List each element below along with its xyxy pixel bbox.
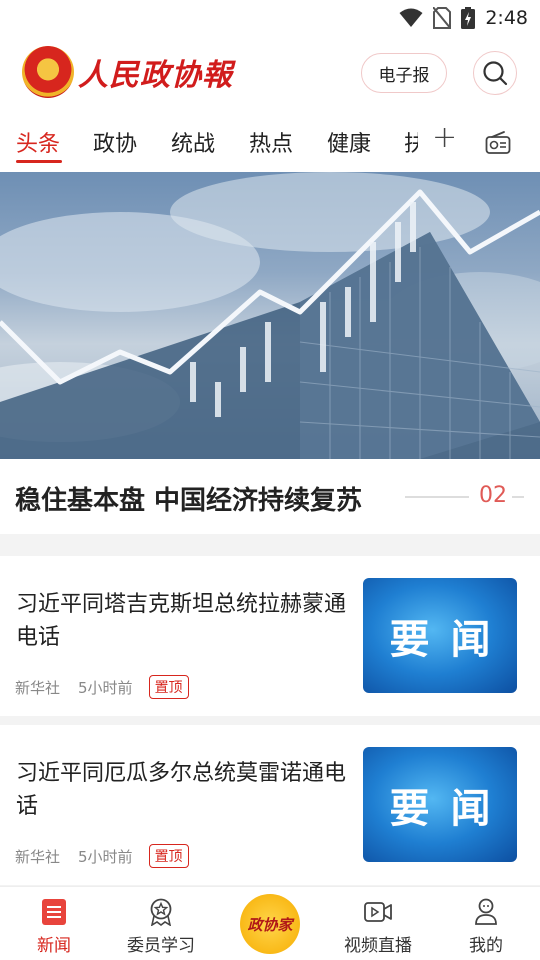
pinned-badge: 置顶 xyxy=(148,675,189,699)
tab-headlines[interactable]: 头条 xyxy=(16,126,60,158)
thumb-char: 要 xyxy=(389,615,430,663)
epaper-button[interactable]: 电子报 xyxy=(361,53,447,93)
news-icon xyxy=(42,899,66,925)
tab-cppcc[interactable]: 政协 xyxy=(93,126,137,158)
logo-text: 人民政协報 xyxy=(78,58,233,93)
news-title: 习近平同厄瓜多尔总统莫雷诺通电话 xyxy=(16,761,347,819)
status-time: 2:48 xyxy=(485,7,528,29)
news-meta: 新华社 5小时前 置顶 xyxy=(15,844,189,868)
thumb-char: 闻 xyxy=(450,615,491,663)
nav-label: 委员学习 xyxy=(127,936,195,956)
news-thumbnail: 要 闻 xyxy=(363,747,517,862)
thumb-char: 闻 xyxy=(450,784,491,832)
app-logo[interactable]: 人民政协報 xyxy=(22,46,233,98)
tab-united-front[interactable]: 统战 xyxy=(171,126,215,158)
add-channel-icon[interactable]: + xyxy=(432,120,457,155)
news-time: 5小时前 xyxy=(78,678,133,697)
pinned-badge: 置顶 xyxy=(148,844,189,868)
app-header: 人民政协報 电子报 xyxy=(0,36,540,112)
nav-label: 新闻 xyxy=(37,936,71,956)
nav-label: 视频直播 xyxy=(344,936,412,956)
banner-page-indicator: 02 xyxy=(479,483,507,508)
tab-partial[interactable]: 扶 xyxy=(404,126,418,158)
banner-image xyxy=(0,172,540,459)
news-source: 新华社 xyxy=(15,847,61,866)
news-item[interactable]: 习近平同厄瓜多尔总统莫雷诺通电话 新华社 5小时前 置顶 要 闻 xyxy=(0,725,540,885)
news-source: 新华社 xyxy=(15,678,61,697)
news-title: 习近平同塔吉克斯坦总统拉赫蒙通电话 xyxy=(16,592,347,650)
bottom-navigation: 新闻 委员学习 政协家 视频直播 我的 xyxy=(0,886,540,960)
thumb-char: 要 xyxy=(389,784,430,832)
search-button[interactable] xyxy=(473,51,517,95)
video-icon xyxy=(364,902,392,922)
active-tab-indicator xyxy=(16,160,62,163)
medal-icon xyxy=(150,898,172,926)
pager-line xyxy=(405,496,469,498)
pager-line xyxy=(512,496,524,498)
radio-icon[interactable] xyxy=(485,131,511,155)
news-time: 5小时前 xyxy=(78,847,133,866)
nav-label: 我的 xyxy=(469,936,503,956)
search-icon xyxy=(483,61,508,86)
nav-news[interactable]: 新闻 xyxy=(9,897,99,956)
profile-icon xyxy=(475,898,497,925)
tab-hotspot[interactable]: 热点 xyxy=(249,126,293,158)
news-thumbnail: 要 闻 xyxy=(363,578,517,693)
tab-health[interactable]: 健康 xyxy=(327,126,371,158)
banner-caption: 稳住基本盘 中国经济持续复苏 xyxy=(15,486,363,516)
nav-member-study[interactable]: 委员学习 xyxy=(116,897,206,956)
battery-charging-icon xyxy=(461,7,476,29)
nav-live-video[interactable]: 视频直播 xyxy=(333,897,423,956)
featured-banner[interactable]: 稳住基本盘 中国经济持续复苏 02 xyxy=(0,172,540,534)
nav-profile[interactable]: 我的 xyxy=(441,897,531,956)
wifi-icon xyxy=(399,8,423,27)
emblem-icon xyxy=(22,46,74,98)
cppcc-home-button[interactable]: 政协家 xyxy=(240,894,300,954)
news-meta: 新华社 5小时前 置顶 xyxy=(15,675,189,699)
channel-tabs: 头条 政协 统战 热点 健康 扶 + xyxy=(0,112,540,172)
no-sim-icon xyxy=(433,7,452,29)
status-bar: 2:48 xyxy=(0,0,540,36)
news-item[interactable]: 习近平同塔吉克斯坦总统拉赫蒙通电话 新华社 5小时前 置顶 要 闻 xyxy=(0,556,540,716)
